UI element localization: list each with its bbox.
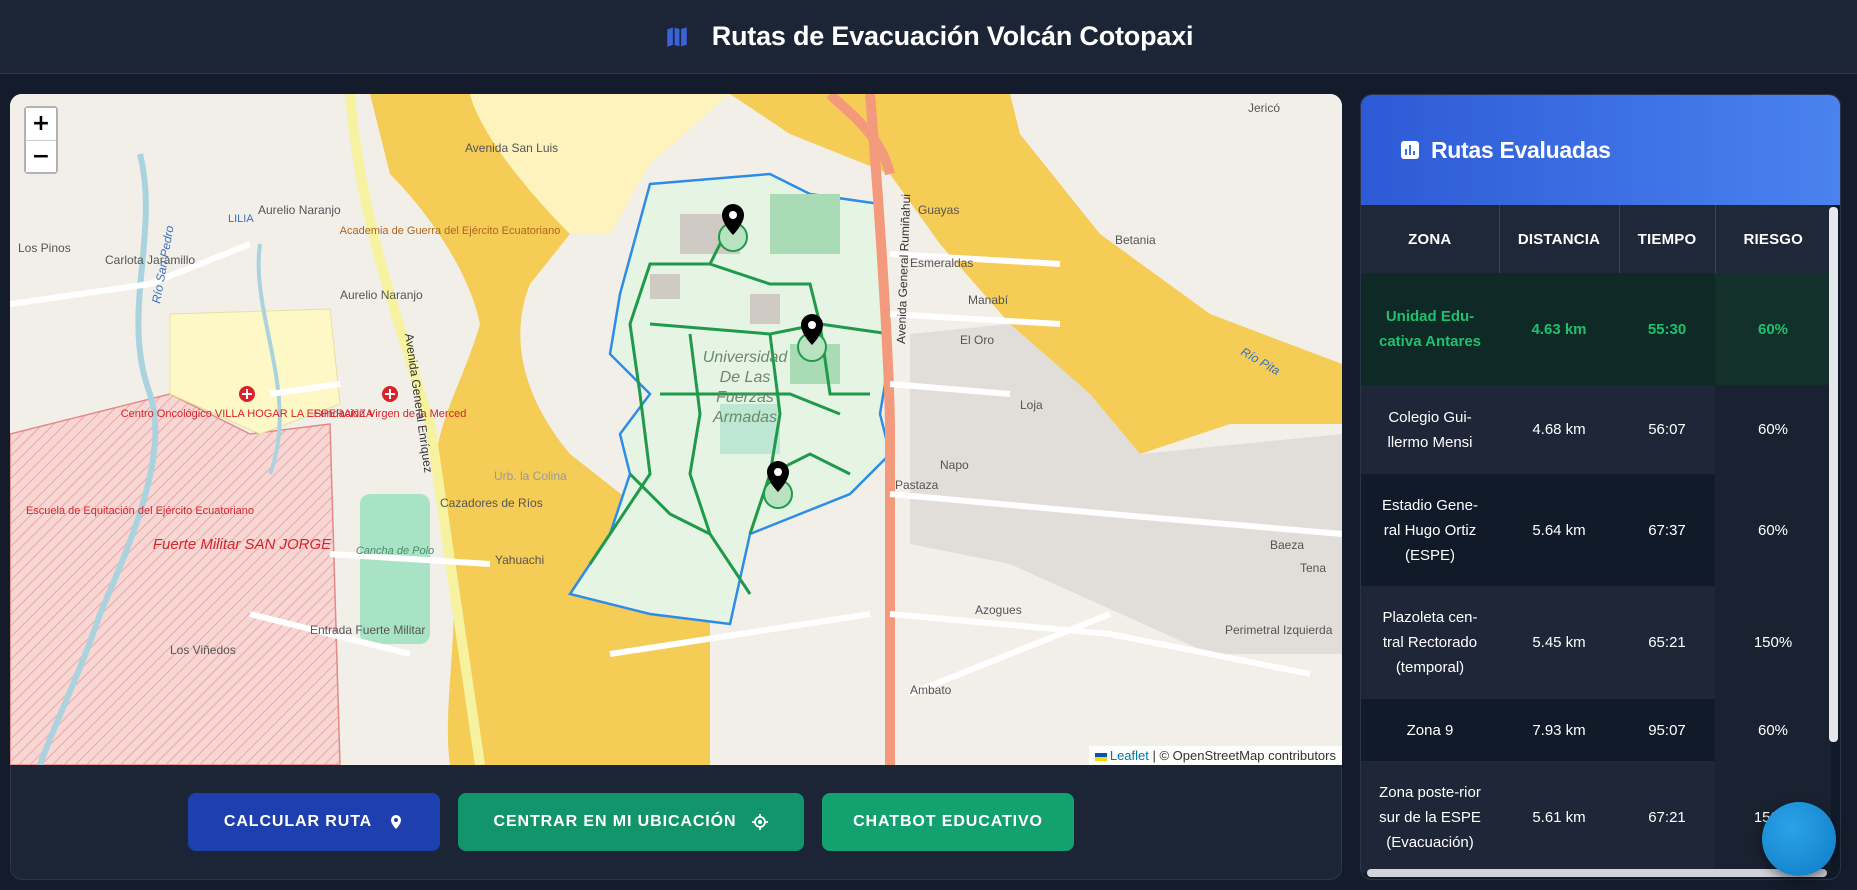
cell-distancia: 4.68 km xyxy=(1499,385,1619,474)
map-label-los-vinedos: Los Viñedos xyxy=(170,643,236,657)
zoom-control: + − xyxy=(24,106,58,174)
map-label-aurelio-naranjo: Aurelio Naranjo xyxy=(258,203,341,217)
routes-panel: Rutas Evaluadas ZONA DISTANCIA TIEMPO RI… xyxy=(1360,94,1841,880)
map-label-pastaza: Pastaza xyxy=(895,478,939,492)
chatbot-educativo-button[interactable]: CHATBOT EDUCATIVO xyxy=(822,793,1074,851)
ukraine-flag-icon xyxy=(1094,752,1107,761)
map-label-cazadores: Cazadores de Ríos xyxy=(440,496,543,510)
cell-tiempo: 55:30 xyxy=(1619,273,1715,385)
table-row[interactable]: Zona 9 7.93 km 95:07 60% xyxy=(1361,699,1831,761)
cell-riesgo: 150% xyxy=(1715,586,1831,699)
cell-tiempo: 95:07 xyxy=(1619,699,1715,761)
cell-zona: Zona poste-rior sur de la ESPE (Evacuaci… xyxy=(1361,761,1499,873)
map-label-guayas: Guayas xyxy=(918,203,959,217)
cell-riesgo: 60% xyxy=(1715,385,1831,474)
cell-distancia: 7.93 km xyxy=(1499,699,1619,761)
map-label-perimetral: Perimetral Izquierda xyxy=(1225,623,1333,637)
cell-distancia: 5.61 km xyxy=(1499,761,1619,873)
routes-panel-header: Rutas Evaluadas xyxy=(1361,95,1840,205)
centrar-ubicacion-label: CENTRAR EN MI UBICACIÓN xyxy=(493,813,737,830)
map-label-betania: Betania xyxy=(1115,233,1156,247)
map-label-napo: Napo xyxy=(940,458,969,472)
leaflet-link[interactable]: Leaflet xyxy=(1110,748,1149,763)
map-label-el-oro: El Oro xyxy=(960,333,994,347)
map-label-lilia: LILIA xyxy=(228,213,254,225)
map-label-esmeraldas: Esmeraldas xyxy=(910,256,973,270)
map-label-academia: Academia de Guerra del Ejército Ecuatori… xyxy=(340,225,561,237)
map-label-entrada-fuerte: Entrada Fuerte Militar xyxy=(310,623,425,637)
map-attribution: Leaflet | © OpenStreetMap contributors xyxy=(1088,746,1342,765)
page-title: Rutas de Evacuación Volcán Cotopaxi xyxy=(711,21,1194,51)
cell-distancia: 5.64 km xyxy=(1499,474,1619,586)
map-controls: CALCULAR RUTA CENTRAR EN MI UBICACIÓN CH… xyxy=(10,765,1342,880)
table-row[interactable]: Estadio Gene-ral Hugo Ortiz (ESPE) 5.64 … xyxy=(1361,474,1831,586)
map-pin-icon xyxy=(391,815,402,829)
map-label-los-pinos: Los Pinos xyxy=(18,241,71,255)
cell-riesgo: 60% xyxy=(1715,273,1831,385)
map-icon xyxy=(666,26,687,47)
route-marker[interactable] xyxy=(797,314,827,362)
map-label-ambato: Ambato xyxy=(910,683,952,697)
cell-zona: Colegio Gui-llermo Mensi xyxy=(1361,385,1499,474)
cell-tiempo: 65:21 xyxy=(1619,586,1715,699)
map-label-azogues: Azogues xyxy=(975,603,1022,617)
map-label-yahuachi: Yahuachi xyxy=(495,553,544,567)
cell-tiempo: 56:07 xyxy=(1619,385,1715,474)
map-label-fuerte: Fuerte Militar SAN JORGE xyxy=(153,536,332,553)
cell-distancia: 4.63 km xyxy=(1499,273,1619,385)
evacuation-map[interactable]: Universidad De Las Fuerzas Armadas LILIA… xyxy=(10,94,1342,765)
column-header-tiempo[interactable]: TIEMPO xyxy=(1618,205,1715,273)
osm-attribution: | © OpenStreetMap contributors xyxy=(1148,748,1337,763)
column-header-distancia[interactable]: DISTANCIA xyxy=(1498,205,1619,273)
route-marker[interactable] xyxy=(718,204,748,252)
map-label-jerico: Jericó xyxy=(1248,101,1280,115)
map-label-tena: Tena xyxy=(1300,561,1326,575)
routes-table: ZONA DISTANCIA TIEMPO RIESGO Unidad Edu-… xyxy=(1361,205,1831,873)
crosshair-icon xyxy=(752,814,769,830)
map-label-cancha: Cancha de Polo xyxy=(356,545,434,557)
cell-riesgo: 60% xyxy=(1715,699,1831,761)
cell-zona: Unidad Edu-cativa Antares xyxy=(1361,273,1499,385)
table-row[interactable]: Colegio Gui-llermo Mensi 4.68 km 56:07 6… xyxy=(1361,385,1831,474)
map-label-escuela: Escuela de Equitación del Ejército Ecuat… xyxy=(26,505,254,517)
centrar-ubicacion-button[interactable]: CENTRAR EN MI UBICACIÓN xyxy=(458,793,804,851)
table-row[interactable]: Unidad Edu-cativa Antares 4.63 km 55:30 … xyxy=(1361,273,1831,385)
table-vertical-scrollbar[interactable] xyxy=(1829,207,1838,742)
table-horizontal-scrollbar[interactable] xyxy=(1367,869,1827,877)
table-row[interactable]: Plazoleta cen-tral Rectorado (temporal) … xyxy=(1361,586,1831,699)
cell-zona: Estadio Gene-ral Hugo Ortiz (ESPE) xyxy=(1361,474,1499,586)
column-header-zona[interactable]: ZONA xyxy=(1361,205,1499,273)
cell-zona: Plazoleta cen-tral Rectorado (temporal) xyxy=(1361,586,1499,699)
cell-tiempo: 67:21 xyxy=(1619,761,1715,873)
map-label-fundacion: Fundación Virgen de la Merced xyxy=(314,408,467,420)
cell-zona: Zona 9 xyxy=(1361,699,1499,761)
cell-tiempo: 67:37 xyxy=(1619,474,1715,586)
map-label-baeza: Baeza xyxy=(1270,538,1304,552)
cell-distancia: 5.45 km xyxy=(1499,586,1619,699)
calcular-ruta-button[interactable]: CALCULAR RUTA xyxy=(188,793,440,851)
column-header-riesgo[interactable]: RIESGO xyxy=(1714,205,1831,273)
app-header: Rutas de Evacuación Volcán Cotopaxi xyxy=(0,0,1857,74)
map-label-manabi: Manabí xyxy=(968,293,1009,307)
map-label-carlota: Carlota Jaramillo xyxy=(105,253,195,267)
map-label-loja: Loja xyxy=(1020,398,1043,412)
map-label-la-colina: Urb. la Colina xyxy=(494,469,567,483)
cell-riesgo: 60% xyxy=(1715,474,1831,586)
map-label-avenida-san-luis: Avenida San Luis xyxy=(465,141,558,155)
zoom-in-button[interactable]: + xyxy=(26,108,56,140)
table-row[interactable]: Zona poste-rior sur de la ESPE (Evacuaci… xyxy=(1361,761,1831,873)
calcular-ruta-label: CALCULAR RUTA xyxy=(223,813,373,830)
route-marker[interactable] xyxy=(763,461,793,509)
chat-bubble-button[interactable] xyxy=(1762,802,1836,876)
zoom-out-button[interactable]: − xyxy=(26,140,56,172)
bar-chart-icon xyxy=(1401,141,1419,159)
map-label-aurelio-naranjo-2: Aurelio Naranjo xyxy=(340,288,423,302)
chatbot-educativo-label: CHATBOT EDUCATIVO xyxy=(853,813,1043,830)
routes-panel-title: Rutas Evaluadas xyxy=(1431,136,1611,163)
